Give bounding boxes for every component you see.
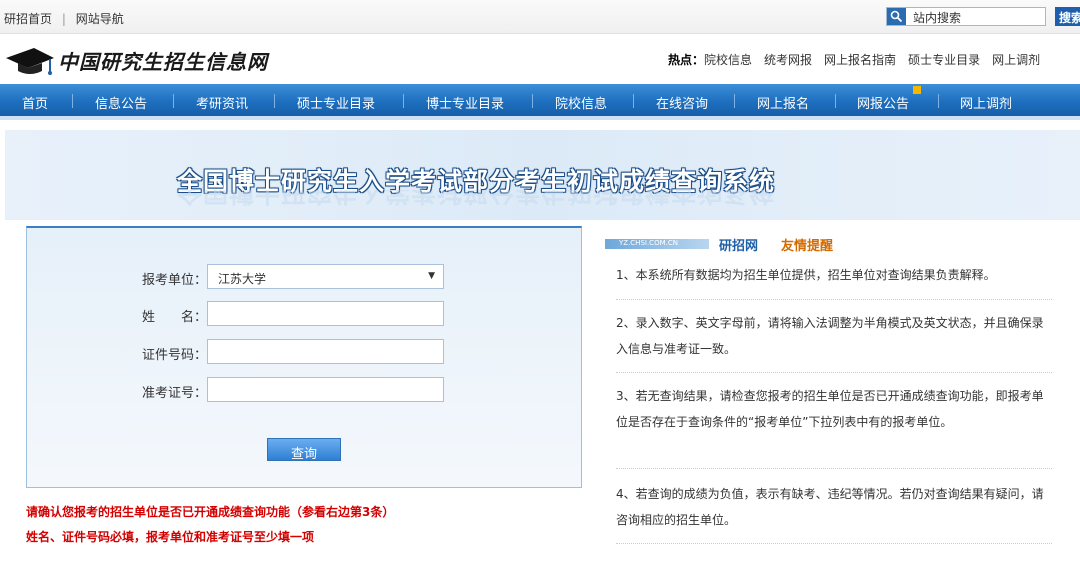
tips-header: YZ.CHSI.COM.CN 研招网 友情提醒 [605,236,1080,254]
hot-link-adjustment[interactable]: 网上调剂 [992,53,1040,67]
hot-link-exam-register[interactable]: 统考网报 [764,53,812,67]
tips-title-reminder: 友情提醒 [781,239,834,254]
new-badge-icon [913,86,921,94]
name-input[interactable] [207,301,444,326]
exam-number-label: 准考证号： [141,386,207,401]
home-link[interactable]: 研招首页 [4,12,52,26]
hot-label: 热点： [668,53,705,67]
tips-bar-text: YZ.CHSI.COM.CN [619,239,678,247]
divider [616,543,1052,544]
search-button[interactable]: 搜索 [1055,7,1080,26]
unit-row: 报考单位： 江苏大学 ▼ [27,264,583,290]
id-number-input[interactable] [207,339,444,364]
nav-divider [532,94,533,108]
nav-divider [72,94,73,108]
nav-item-adjustment[interactable]: 网上调剂 [960,93,1012,112]
name-row: 姓 名： [27,301,583,327]
nav-item-notices[interactable]: 信息公告 [95,93,147,112]
tip-item: 4、若查询的成绩为负值，表示有缺考、违纪等情况。若仍对查询结果有疑问，请咨询相应… [616,487,1044,527]
warning-text-1: 请确认您报考的招生单位是否已开通成绩查询功能（参看右边第3条） [26,505,395,519]
hot-link-schools[interactable]: 院校信息 [704,53,752,67]
unit-select[interactable]: 江苏大学 ▼ [207,264,444,289]
hot-links: 热点：院校信息 统考网报 网上报名指南 硕士专业目录 网上调剂 [668,51,1052,68]
name-label: 姓 名： [141,310,207,325]
nav-item-register-notice[interactable]: 网报公告 [857,93,909,112]
divider [616,299,1052,300]
nav-divider [274,94,275,108]
search-icon [887,8,906,25]
tip-item: 2、录入数字、英文字母前，请将输入法调整为半角模式及英文状态，并且确保录入信息与… [616,316,1044,356]
logo-text: 中国研究生招生信息网 [58,50,268,74]
main-nav: 首页 信息公告 考研资讯 硕士专业目录 博士专业目录 院校信息 在线咨询 网上报… [0,84,1080,116]
tips-title-site: 研招网 [719,239,759,254]
divider [616,468,1052,469]
search-box[interactable]: 站内搜索 [886,7,1046,26]
nav-divider [403,94,404,108]
site-nav-link[interactable]: 网站导航 [76,12,124,26]
site-logo[interactable]: 中国研究生招生信息网 [4,40,304,80]
exam-number-input[interactable] [207,377,444,402]
top-links: 研招首页 | 网站导航 [4,10,124,27]
banner: 全国博士研究生入学考试部分考生初试成绩查询系统 全国博士研究生入学考试部分考生初… [5,130,1080,220]
nav-divider [734,94,735,108]
tip-item: 1、本系统所有数据均为招生单位提供，招生单位对查询结果负责解释。 [616,268,996,282]
search-input[interactable]: 站内搜索 [913,9,961,26]
nav-item-news[interactable]: 考研资讯 [196,93,248,112]
unit-label: 报考单位： [141,273,207,288]
hot-link-register-guide[interactable]: 网上报名指南 [824,53,896,67]
query-form: 报考单位： 江苏大学 ▼ 姓 名： 证件号码： 准考证号： 查询 [26,226,582,488]
graduation-cap-icon [6,48,54,75]
hot-link-master-catalog[interactable]: 硕士专业目录 [908,53,980,67]
id-label: 证件号码： [141,348,207,363]
nav-item-consult[interactable]: 在线咨询 [656,93,708,112]
unit-select-value: 江苏大学 [218,272,267,286]
top-bar: 研招首页 | 网站导航 站内搜索 搜索 [0,0,1080,34]
warning-text-2: 姓名、证件号码必填，报考单位和准考证号至少填一项 [26,530,315,544]
nav-divider [835,94,836,108]
nav-item-schools[interactable]: 院校信息 [555,93,607,112]
nav-item-home[interactable]: 首页 [22,93,48,112]
separator: | [61,12,66,26]
nav-item-doctor-catalog[interactable]: 博士专业目录 [426,93,504,112]
banner-title-reflection: 全国博士研究生入学考试部分考生初试成绩查询系统 [177,190,776,207]
query-button[interactable]: 查询 [267,438,341,462]
tip-item: 3、若无查询结果，请检查您报考的招生单位是否已开通成绩查询功能，即报考单位是否存… [616,389,1044,429]
exam-row: 准考证号： [27,377,583,403]
chevron-down-icon: ▼ [428,271,435,281]
nav-item-register[interactable]: 网上报名 [757,93,809,112]
id-row: 证件号码： [27,339,583,365]
nav-divider [173,94,174,108]
tips-bar: YZ.CHSI.COM.CN [605,239,709,249]
nav-divider [633,94,634,108]
nav-item-master-catalog[interactable]: 硕士专业目录 [297,93,375,112]
nav-divider [938,94,939,108]
divider [616,372,1052,373]
nav-shadow [0,116,1080,120]
